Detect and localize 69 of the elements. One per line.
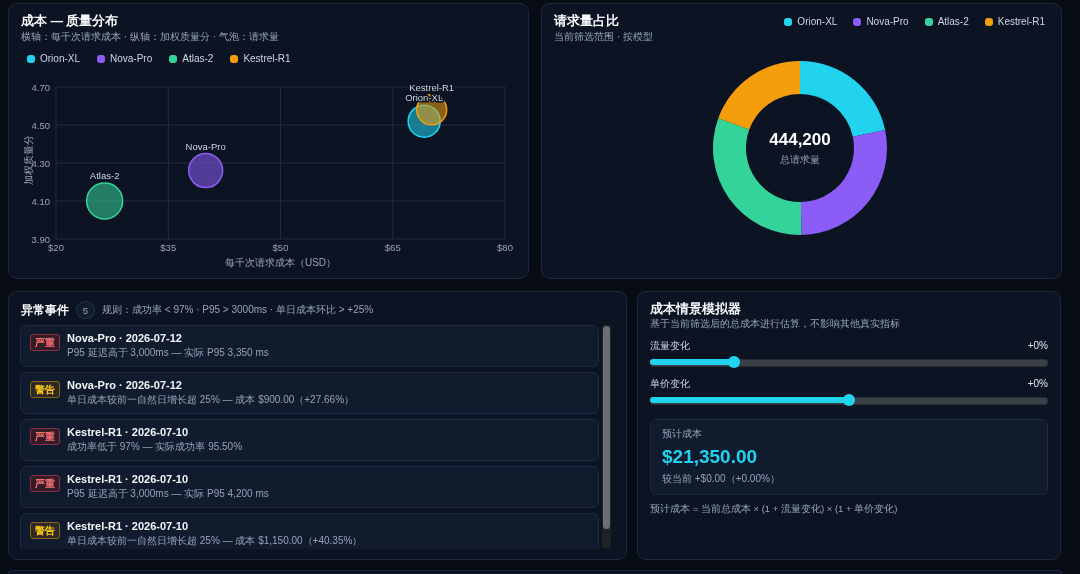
scrollbar-thumb[interactable]: [603, 326, 610, 529]
y-tick-label: 3.90: [31, 233, 50, 245]
total-label: 总请求量: [779, 154, 820, 165]
slider-label: 流量变化: [650, 339, 690, 353]
x-tick-label: $35: [160, 242, 177, 253]
rule-text: 规则：成功率 < 97% · P95 > 3000ms · 单日成本环比 > +25%: [102, 303, 374, 317]
legend-label: Nova-Pro: [110, 52, 153, 66]
x-axis-title: 每千次请求成本（USD）: [224, 257, 337, 268]
y-tick-label: 4.70: [31, 81, 50, 93]
legend-label: Orion-XL: [797, 15, 838, 29]
scrollbar-track[interactable]: [602, 325, 611, 548]
card-title: 成本情景模拟器: [650, 301, 742, 317]
y-tick-label: 4.10: [31, 195, 50, 207]
x-tick-label: $50: [272, 242, 289, 253]
result-value: $21,350.00: [662, 445, 759, 469]
total-value: 444,200: [768, 130, 831, 149]
slider-track[interactable]: [650, 394, 1048, 406]
event-detail: 单日成本较前一自然日增长超 25% — 成本 $1,150.00（+40.35%）: [67, 534, 363, 548]
card-title: 异常事件: [21, 301, 69, 319]
x-tick-label: $65: [384, 242, 401, 253]
point-label: Nova-Pro: [185, 140, 226, 152]
event-item[interactable]: 严重 Kestrel-R1 · 2026-07-10 P95 延迟高于 3,000ms — 实际 P95 4,200 ms: [20, 466, 599, 508]
event-item[interactable]: 严重 Kestrel-R1 · 2026-07-10 成功率低于 97% — 实际成功率 95.50%: [20, 419, 599, 461]
count-badge: 5: [76, 301, 95, 319]
severity-tag: 警告: [30, 522, 60, 539]
bubble-point: [407, 104, 441, 138]
event-title: Nova-Pro · 2026-07-12: [67, 378, 183, 393]
slider-thumb[interactable]: [843, 394, 855, 406]
bubble-point: [85, 182, 124, 220]
legend-label: Atlas-2: [182, 52, 214, 66]
event-title: Nova-Pro · 2026-07-12: [67, 331, 183, 346]
card-title: 成本 — 质量分布: [21, 13, 120, 29]
severity-tag: 严重: [30, 475, 60, 492]
legend-label: Orion-XL: [40, 52, 80, 66]
point-label: Kestrel-R1: [409, 81, 455, 93]
severity-tag: 严重: [30, 334, 60, 351]
card-title: 请求量占比: [554, 13, 620, 29]
legend-label: Nova-Pro: [866, 15, 909, 29]
card-subtitle: 基于当前筛选后的总成本进行估算，不影响其他真实指标: [650, 317, 901, 331]
event-title: Kestrel-R1 · 2026-07-10: [67, 472, 190, 487]
severity-tag: 严重: [30, 428, 60, 445]
slider-label: 单价变化: [650, 377, 690, 391]
slider-track[interactable]: [650, 356, 1048, 368]
x-tick-label: $20: [48, 242, 64, 253]
point-label: Atlas-2: [89, 170, 120, 181]
event-detail: 成功率低于 97% — 实际成功率 95.50%: [67, 440, 243, 454]
result-label: 预计成本: [662, 427, 703, 441]
slider-reading: +0%: [1027, 339, 1048, 353]
x-tick-label: $80: [497, 242, 513, 253]
result-delta: 较当前 +$0.00（+0.00%）: [662, 472, 781, 486]
event-title: Kestrel-R1 · 2026-07-10: [67, 425, 190, 440]
event-title: Kestrel-R1 · 2026-07-10: [67, 519, 190, 534]
legend-label: Atlas-2: [937, 15, 969, 29]
slider-reading: +0%: [1027, 377, 1048, 391]
card-subtitle: 横轴：每千次请求成本 · 纵轴：加权质量分 · 气泡：请求量: [21, 30, 280, 44]
event-item[interactable]: 严重 Nova-Pro · 2026-07-12 P95 延迟高于 3,000ms — 实际 P95 3,350 ms: [20, 325, 599, 367]
legend-label: Kestrel-R1: [997, 15, 1045, 29]
severity-tag: 警告: [30, 381, 60, 398]
card-subtitle: 当前筛选范围 · 按模型: [554, 30, 653, 44]
y-tick-label: 4.50: [31, 119, 50, 131]
event-detail: P95 延迟高于 3,000ms — 实际 P95 3,350 ms: [67, 346, 269, 360]
formula-text: 预计成本 = 当前总成本 × (1 + 流量变化) × (1 + 单价变化): [650, 502, 899, 516]
bubble-point: [187, 152, 224, 189]
event-item[interactable]: 警告 Nova-Pro · 2026-07-12 单日成本较前一自然日增长超 25% — 成本 $900.00（+27.66%）: [20, 372, 599, 414]
event-item[interactable]: 警告 Kestrel-R1 · 2026-07-10 单日成本较前一自然日增长超 25% — 成本 $1,150.00（+40.35%）: [20, 513, 599, 549]
slider-thumb[interactable]: [727, 356, 740, 368]
legend-label: Kestrel-R1: [243, 52, 291, 66]
event-detail: 单日成本较前一自然日增长超 25% — 成本 $900.00（+27.66%）: [67, 393, 355, 407]
event-detail: P95 延迟高于 3,000ms — 实际 P95 4,200 ms: [67, 487, 269, 501]
